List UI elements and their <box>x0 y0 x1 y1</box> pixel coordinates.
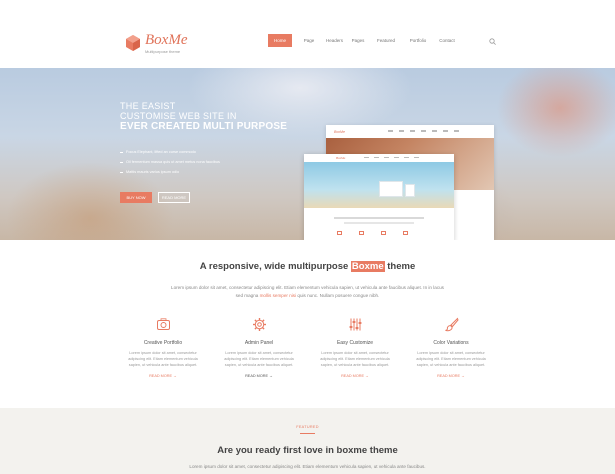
feature-card: Admin Panel Lorem ipsum dolor sit amet, … <box>209 317 309 378</box>
gear-icon <box>252 318 266 331</box>
feature-text: Lorem ipsum dolor sit amet, consectetur … <box>320 351 390 367</box>
brand-name: BoxMe <box>145 32 188 48</box>
preview-monitor <box>379 181 403 197</box>
brand-tagline: Multipurpose theme <box>145 49 181 54</box>
feature-title: Admin Panel <box>244 340 274 346</box>
preview-logo: BoxMe <box>336 156 346 160</box>
featured-section: FEATURED Are you ready first love in box… <box>0 408 615 474</box>
hero-feature-list: Focus Elephant, lifted an curse commodo … <box>120 149 220 179</box>
theme-preview-layout: BoxMe <box>304 154 454 240</box>
preview-tablet <box>405 184 415 197</box>
feature-title: Color Variations <box>433 340 469 346</box>
preview-text-line <box>344 222 414 224</box>
hero-bullet: Mattis mauris varius ipsum odio <box>120 169 220 179</box>
feature-card: Color Variations Lorem ipsum dolor sit a… <box>401 317 501 378</box>
hero-bullet: Focus Elephant, lifted an curse commodo <box>120 149 220 159</box>
hero-banner: THE EASIST CUSTOMISE WEB SITE IN EVER CR… <box>0 68 615 240</box>
feature-read-more-link[interactable]: READ MORE → <box>113 374 213 378</box>
nav-item-page[interactable]: Page <box>292 34 326 47</box>
intro-heading: A responsive, wide multipurpose Boxme th… <box>0 261 615 272</box>
search-icon[interactable] <box>489 38 496 45</box>
feature-title: Creative Portfolio <box>143 340 183 346</box>
preview-nav <box>364 157 419 159</box>
feature-text: Lorem ipsum dolor sit amet, consectetur … <box>224 351 294 367</box>
bullet-dash <box>120 151 123 153</box>
hero-heading-line-3: EVER CREATED MULTI PURPOSE <box>120 121 288 132</box>
intro-heading-text: A responsive, wide multipurpose <box>199 261 349 272</box>
feature-read-more-link[interactable]: READ MORE → <box>401 374 501 378</box>
nav-item-headers[interactable]: Headers <box>326 34 343 47</box>
feature-read-more-link[interactable]: READ MORE → <box>305 374 405 378</box>
featured-label: FEATURED <box>296 425 319 429</box>
logo[interactable]: BoxMe Multipurpose theme <box>126 32 188 54</box>
feature-text: Lorem ipsum dolor sit amet, consectetur … <box>416 351 486 367</box>
preview-nav <box>388 130 459 132</box>
nav-item-portfolio[interactable]: Portfolio <box>398 34 438 47</box>
preview-heading-line <box>334 217 424 219</box>
feature-card: Creative Portfolio Lorem ipsum dolor sit… <box>113 317 213 378</box>
preview-header: BoxMe <box>326 125 494 138</box>
featured-heading: Are you ready first love in boxme theme <box>217 445 398 456</box>
featured-paragraph: Lorem ipsum dolor sit amet, consectetur … <box>189 464 426 469</box>
feature-text: Lorem ipsum dolor sit amet, consectetur … <box>128 351 198 367</box>
hexagon-box-icon <box>126 35 140 51</box>
intro-text-end: quis nunc. Nullam posuere congue nibh. <box>297 293 380 298</box>
nav-item-pages[interactable]: Pages <box>342 34 374 47</box>
preview-icons <box>337 231 408 235</box>
nav-item-home[interactable]: Home <box>268 34 292 47</box>
site-header: BoxMe Multipurpose theme Home Page Heade… <box>0 0 615 68</box>
hero-bullet-text: Oil fermentum massa quis ut amet metus n… <box>126 160 220 164</box>
sliders-icon <box>349 318 361 331</box>
bullet-dash <box>120 161 123 163</box>
hero-read-more-button[interactable]: READ MORE <box>158 192 190 203</box>
featured-divider <box>300 433 315 434</box>
intro-paragraph: Lorem ipsum dolor sit amet, consectetur … <box>170 284 445 300</box>
hero-bullet-text: Focus Elephant, lifted an curse commodo <box>126 150 196 154</box>
intro-brand-highlight: Boxme <box>350 261 385 272</box>
intro-heading-end: theme <box>387 261 416 272</box>
hero-heading-line-2: CUSTOMISE WEB SITE IN <box>120 111 237 121</box>
hero-heading-line-1: THE EASIST <box>120 101 176 111</box>
buy-now-button[interactable]: BUY NOW <box>120 192 152 203</box>
camera-icon <box>156 318 170 330</box>
feature-read-more-link[interactable]: READ MORE → <box>209 374 309 378</box>
nav-item-featured[interactable]: Featured <box>374 34 398 47</box>
preview-header: BoxMe <box>304 154 454 162</box>
main-nav: Home Page Headers Pages Featured Portfol… <box>268 34 456 47</box>
preview-logo: BoxMe <box>334 130 345 134</box>
preview-sky-image <box>304 162 454 208</box>
paint-brush-icon <box>444 317 459 332</box>
feature-card: Easy Customize Lorem ipsum dolor sit ame… <box>305 317 405 378</box>
feature-title: Easy Customize <box>336 340 374 346</box>
intro-inline-link[interactable]: mollis semper nisi <box>260 293 297 298</box>
bullet-dash <box>120 171 123 173</box>
hero-bullet-text: Mattis mauris varius ipsum odio <box>126 170 180 174</box>
nav-item-contact[interactable]: Contact <box>438 34 456 47</box>
hero-bullet: Oil fermentum massa quis ut amet metus n… <box>120 159 220 169</box>
